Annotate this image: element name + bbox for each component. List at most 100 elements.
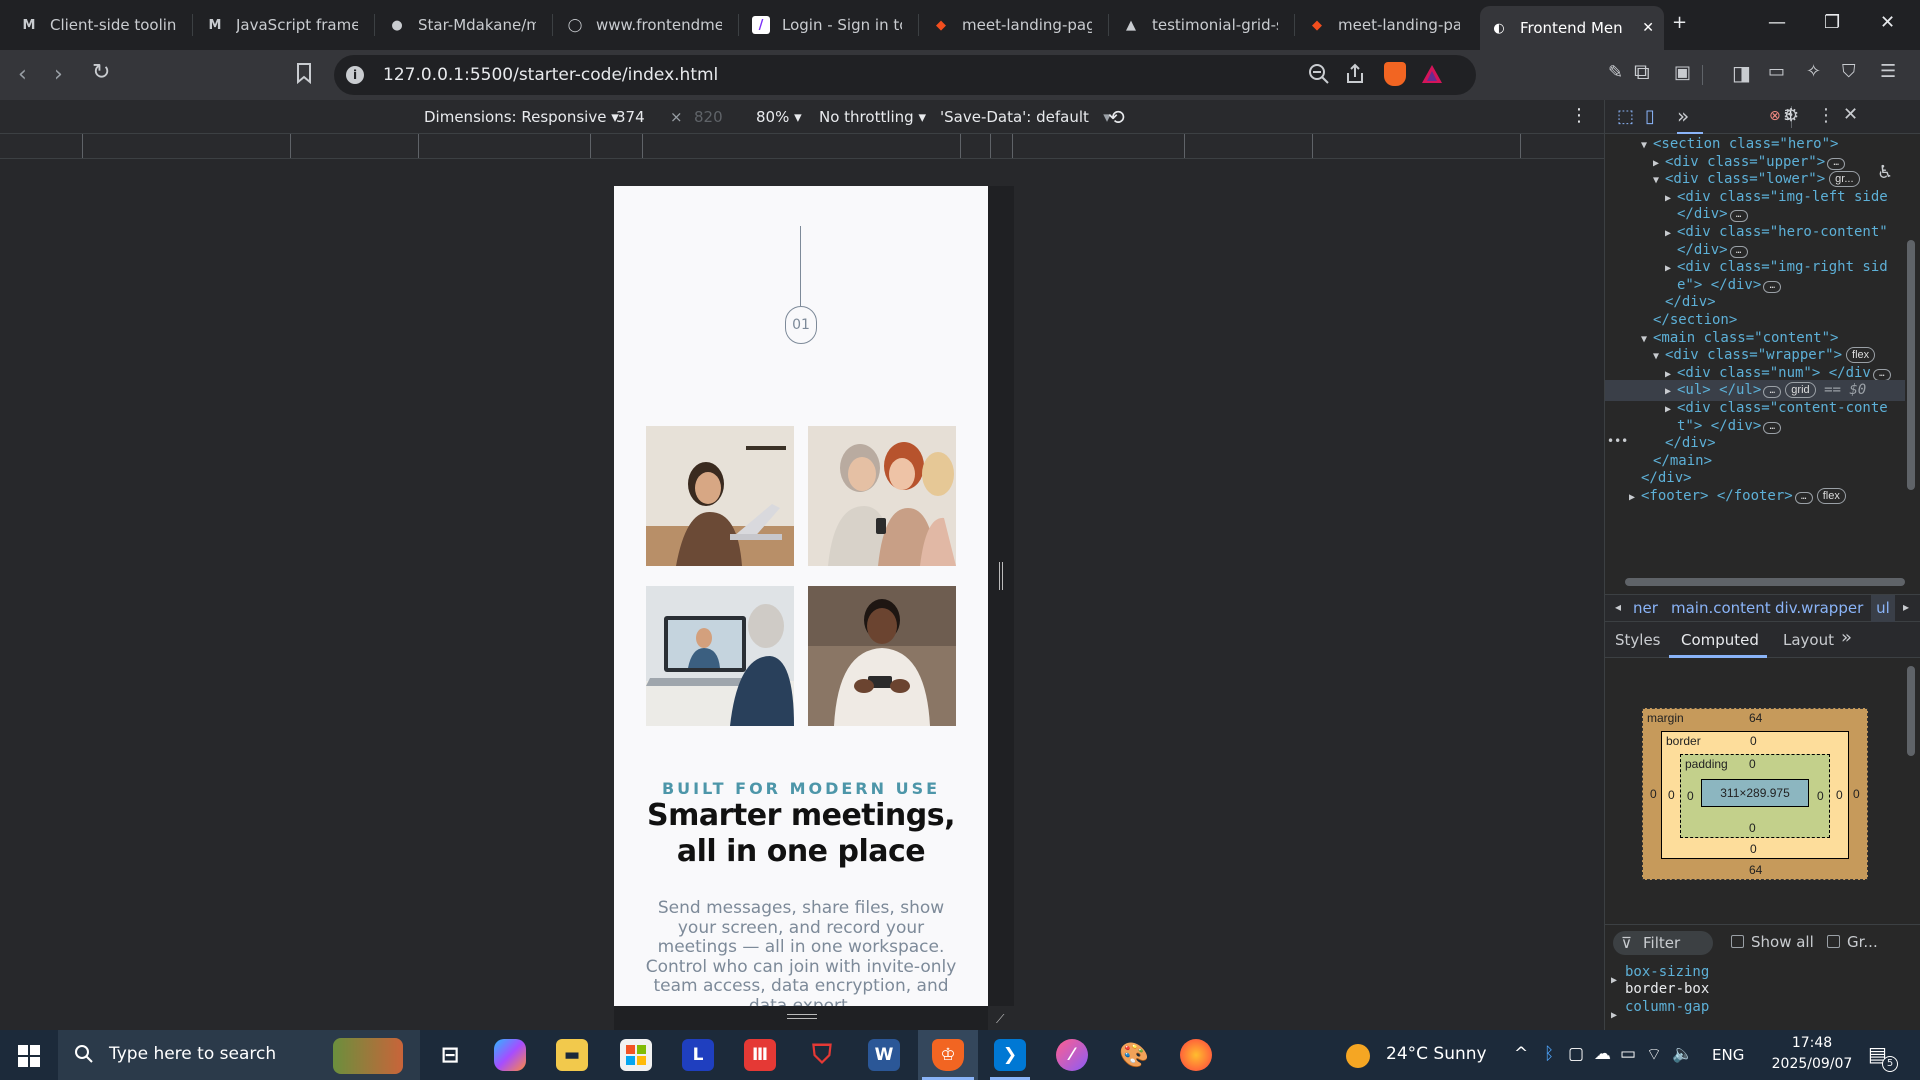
more-options-icon[interactable]: ⋮ — [1570, 105, 1588, 126]
close-tab-icon[interactable]: ✕ — [1642, 20, 1654, 36]
taskbar-search[interactable]: Type here to search — [58, 1030, 420, 1080]
office-app-icon[interactable]: Ⅲ — [744, 1039, 776, 1071]
expand-arrow-icon[interactable]: ▼ — [1653, 170, 1665, 192]
browser-tab[interactable]: ◆ meet-landing-pag — [1298, 8, 1470, 42]
crumb-item[interactable]: main.content — [1671, 599, 1771, 617]
word-icon[interactable]: W — [868, 1039, 900, 1071]
collapsed-children-icon[interactable]: … — [1872, 368, 1891, 381]
dimensions-dropdown[interactable]: Dimensions: Responsive ▾ — [424, 108, 619, 126]
device-viewport[interactable]: 01 BUILT FOR MODERN USE Smarter meetings… — [614, 186, 988, 1006]
wifi-icon[interactable]: ⌔ — [1646, 1044, 1662, 1065]
browser-tab[interactable]: ◐ Frontend Men ✕ — [1480, 6, 1664, 50]
weather-text[interactable]: 24°C Sunny — [1386, 1044, 1487, 1064]
crumb-item[interactable]: div.wrapper — [1775, 599, 1863, 617]
tab-styles[interactable]: Styles — [1615, 631, 1661, 649]
viewport-resize-handle-bottom[interactable]: ⟋ — [614, 1006, 1004, 1030]
expand-arrow-icon[interactable]: ▶ — [1629, 487, 1641, 509]
browser-tab[interactable]: ◆ meet-landing-pag — [922, 8, 1102, 42]
menu-icon[interactable]: ☰ — [1880, 61, 1896, 82]
paint-icon[interactable]: 🎨 — [1118, 1039, 1150, 1071]
forward-icon[interactable]: › — [54, 62, 63, 87]
file-explorer-icon[interactable]: ▬ — [556, 1039, 588, 1071]
zoom-dropdown[interactable]: 80% ▾ — [756, 108, 802, 126]
cloud-icon[interactable]: ☁ — [1594, 1044, 1611, 1064]
save-data-dropdown[interactable]: 'Save-Data': default ▾ — [940, 108, 1111, 126]
reload-icon[interactable]: ↻ — [92, 60, 110, 85]
node-more-icon[interactable]: ••• — [1607, 434, 1628, 448]
browser-tab[interactable]: M Client-side tooling — [10, 8, 186, 42]
leo-ai-icon[interactable]: ✧ — [1806, 61, 1821, 82]
bluetooth-icon[interactable]: ᛒ — [1544, 1044, 1554, 1064]
windows-start-icon[interactable] — [18, 1045, 40, 1071]
expand-arrow-icon[interactable]: ▼ — [1641, 135, 1653, 157]
layout-badge[interactable]: grid — [1785, 382, 1816, 399]
mcafee-icon[interactable]: ⛉ — [806, 1039, 838, 1071]
task-view-icon[interactable]: ⊟ — [434, 1039, 466, 1071]
more-panels-icon[interactable]: » — [1677, 104, 1689, 128]
filter-input[interactable]: ⊽ Filter — [1613, 931, 1713, 955]
extensions-icon[interactable]: ⧉ — [1634, 60, 1650, 85]
url-text[interactable]: 127.0.0.1:5500/starter-code/index.html — [383, 65, 718, 85]
browser-tab[interactable]: ▲ testimonial-grid-s — [1112, 8, 1288, 42]
collapsed-children-icon[interactable]: … — [1729, 210, 1748, 223]
vscode-icon[interactable]: ❯ — [994, 1039, 1026, 1071]
zoom-icon[interactable] — [1308, 63, 1330, 89]
device-icon[interactable]: ▢ — [1568, 1044, 1584, 1064]
corner-resize-icon[interactable]: ⟋ — [996, 1012, 1004, 1027]
maximize-button[interactable]: ❐ — [1824, 12, 1840, 33]
brave-rewards-icon[interactable] — [1420, 63, 1444, 89]
devtools-menu-icon[interactable]: ⋮ — [1817, 105, 1835, 126]
wallet-icon[interactable]: ▭ — [1768, 61, 1785, 82]
show-all-checkbox[interactable] — [1731, 935, 1744, 948]
clock-time[interactable]: 17:48 — [1768, 1035, 1856, 1051]
collapsed-children-icon[interactable]: … — [1827, 157, 1846, 170]
inspect-element-icon[interactable]: ⬚ — [1617, 106, 1634, 127]
new-tab-button[interactable]: + — [1672, 12, 1687, 33]
expand-arrow-icon[interactable]: ▼ — [1653, 346, 1665, 368]
width-input[interactable]: 374 — [616, 108, 645, 126]
browser-tab[interactable]: / Login - Sign in to — [742, 8, 912, 42]
pink-app-icon[interactable]: ⁄ — [1056, 1039, 1088, 1071]
language-indicator[interactable]: ENG — [1712, 1046, 1744, 1064]
layout-badge[interactable]: flex — [1846, 347, 1876, 364]
device-toggle-icon[interactable]: ▯ — [1645, 106, 1655, 127]
collapsed-children-icon[interactable]: … — [1729, 245, 1748, 258]
brave-shields-icon[interactable] — [1384, 62, 1406, 86]
layout-badge[interactable]: gr... — [1829, 171, 1860, 188]
show-hidden-icons-icon[interactable]: ^ — [1514, 1044, 1528, 1064]
prop-name[interactable]: column-gap — [1625, 999, 1709, 1016]
sidebar-icon[interactable]: ◨ — [1732, 61, 1751, 85]
settings-icon[interactable]: ⚙ — [1783, 105, 1799, 126]
brave-browser-icon[interactable]: ♔ — [932, 1039, 964, 1071]
clock-date[interactable]: 2025/09/07 — [1768, 1056, 1856, 1072]
browser-tab[interactable]: M JavaScript framew — [196, 8, 368, 42]
crumb-left-icon[interactable]: ◂ — [1615, 600, 1621, 614]
height-input[interactable]: 820 — [694, 108, 723, 126]
site-info-icon[interactable]: i — [346, 66, 364, 84]
crumb-item-selected[interactable]: ul — [1871, 595, 1895, 622]
rotate-icon[interactable]: ⟲ — [1108, 105, 1125, 129]
microsoft-store-icon[interactable] — [620, 1039, 652, 1071]
tab-layout[interactable]: Layout — [1783, 631, 1834, 649]
throttle-dropdown[interactable]: No throttling ▾ — [819, 108, 926, 126]
firefox-icon[interactable] — [1180, 1039, 1212, 1071]
battery-icon[interactable]: ▭ — [1620, 1044, 1636, 1064]
tab-computed[interactable]: Computed — [1681, 631, 1759, 649]
reader-icon[interactable]: ▣ — [1674, 62, 1691, 83]
browser-tab[interactable]: ◯ www.frontendmen — [556, 8, 732, 42]
more-tabs-icon[interactable]: » — [1841, 627, 1852, 648]
elements-scrollbar[interactable] — [1907, 240, 1915, 490]
close-devtools-icon[interactable]: ✕ — [1843, 104, 1858, 125]
close-window-button[interactable]: ✕ — [1880, 12, 1895, 33]
collapsed-children-icon[interactable]: … — [1794, 492, 1813, 504]
crumb-right-icon[interactable]: ▸ — [1903, 600, 1909, 614]
accessibility-icon[interactable]: ♿ — [1877, 162, 1893, 183]
dom-node-line[interactable]: ▶ <footer> </footer>… flex — [1629, 486, 1846, 509]
expand-arrow-icon[interactable]: ▼ — [1641, 329, 1653, 351]
vpn-icon[interactable]: ⛉ — [1842, 61, 1856, 82]
collapsed-children-icon[interactable]: … — [1763, 421, 1782, 434]
collapsed-children-icon[interactable]: … — [1763, 386, 1782, 399]
eyedropper-icon[interactable]: ✎ — [1608, 62, 1623, 83]
collapsed-children-icon[interactable]: … — [1763, 280, 1782, 293]
address-bar[interactable]: i 127.0.0.1:5500/starter-code/index.html — [334, 55, 1476, 95]
